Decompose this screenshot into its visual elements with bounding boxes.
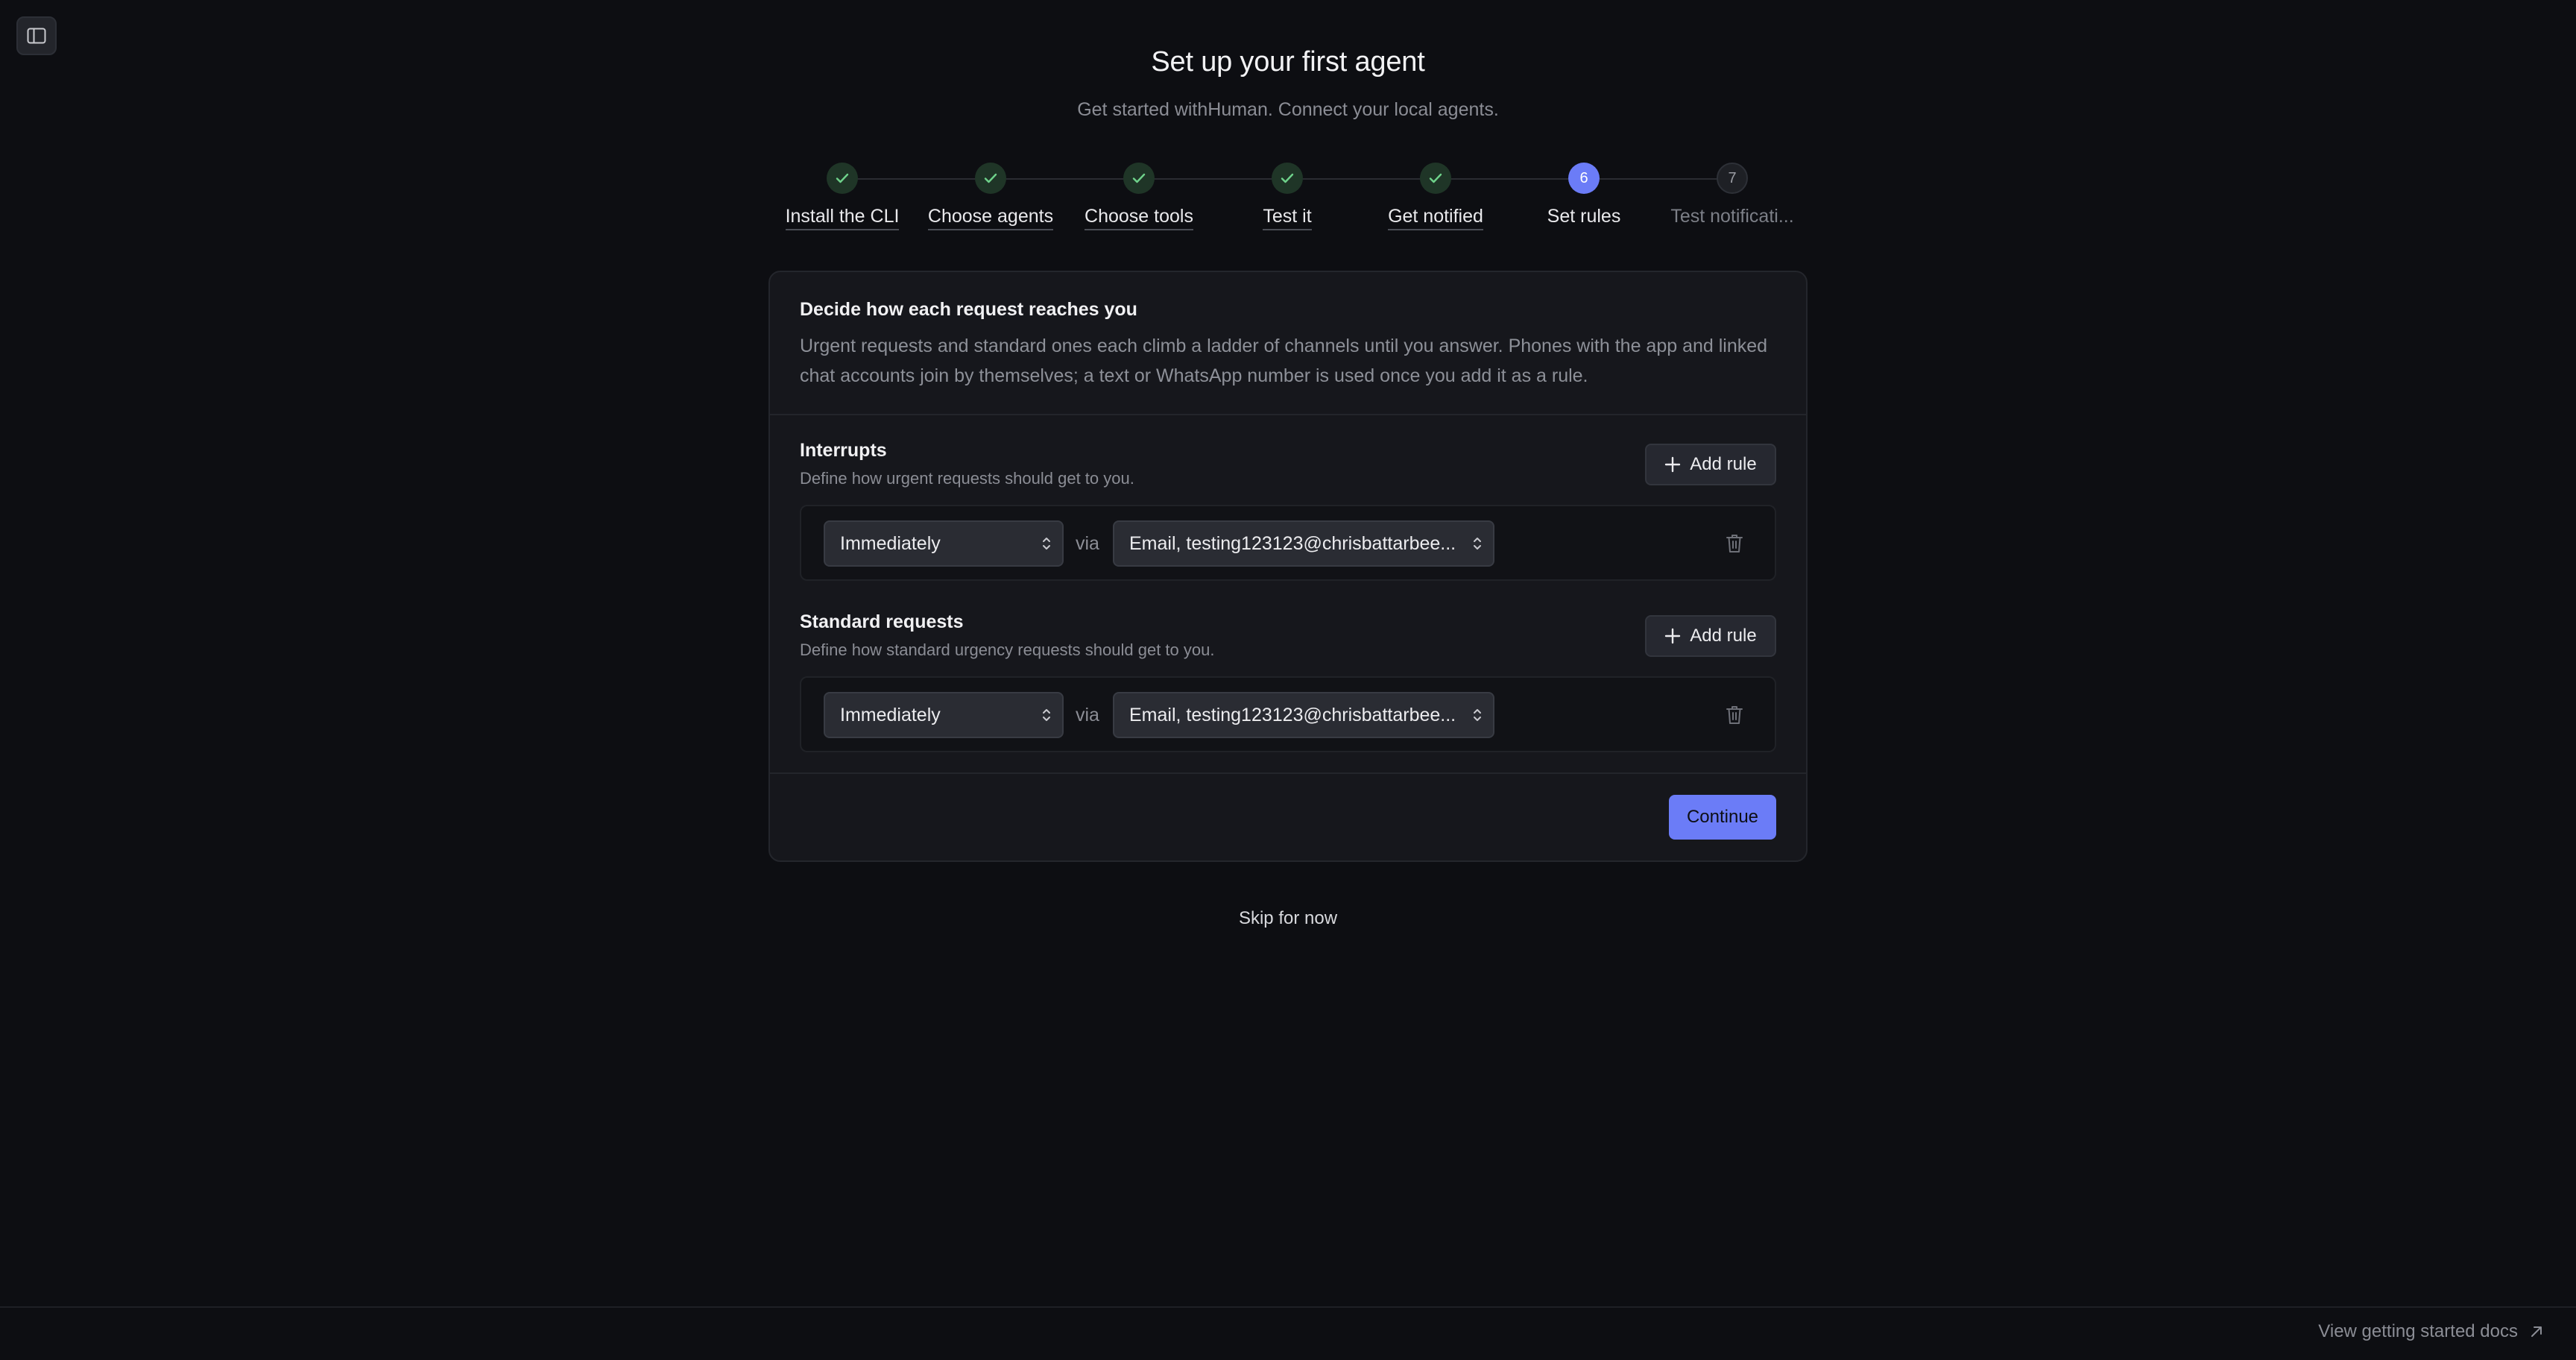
footer-bar: View getting started docs: [0, 1306, 2576, 1360]
check-icon: [1429, 173, 1442, 183]
onboarding-stepper: Install the CLI Choose agents Choose too…: [768, 163, 1811, 237]
section-description: Define how urgent requests should get to…: [800, 469, 1134, 488]
step-test-it[interactable]: Test it: [1213, 163, 1362, 230]
channel-select[interactable]: Email, testing123123@chrisbattarbee...: [1113, 520, 1494, 567]
step-label: Test notificati...: [1670, 206, 1794, 227]
step-choose-tools[interactable]: Choose tools: [1064, 163, 1213, 230]
check-icon: [1132, 173, 1146, 183]
interrupt-rule-row: Immediately via Email, testing123123@chr…: [800, 505, 1776, 581]
card-intro: Decide how each request reaches you Urge…: [770, 272, 1806, 415]
plus-icon: [1665, 456, 1681, 473]
add-rule-label: Add rule: [1690, 626, 1757, 646]
step-label: Get notified: [1388, 206, 1483, 230]
step-label: Install the CLI: [785, 206, 900, 230]
plus-icon: [1665, 628, 1681, 644]
check-icon: [836, 173, 849, 183]
chevron-up-down-icon: [1474, 538, 1481, 550]
timing-select-value: Immediately: [840, 704, 941, 725]
card-footer: Continue: [770, 772, 1806, 860]
timing-select[interactable]: Immediately: [824, 692, 1064, 738]
chevron-up-down-icon: [1043, 538, 1050, 550]
step-complete-badge: [1123, 163, 1155, 194]
getting-started-docs-link[interactable]: View getting started docs: [2318, 1321, 2543, 1342]
trash-icon[interactable]: [1726, 533, 1743, 554]
intro-description: Urgent requests and standard ones each c…: [800, 336, 1768, 386]
step-install-cli[interactable]: Install the CLI: [768, 163, 917, 230]
step-complete-badge: [1272, 163, 1303, 194]
page-header: Set up your first agent Get started with…: [0, 46, 2576, 121]
add-rule-label: Add rule: [1690, 454, 1757, 474]
docs-link-label: View getting started docs: [2318, 1321, 2518, 1341]
add-standard-rule-button[interactable]: Add rule: [1645, 615, 1776, 657]
skip-row: Skip for now: [0, 908, 2576, 929]
chevron-up-down-icon: [1043, 709, 1050, 721]
chevron-up-down-icon: [1474, 709, 1481, 721]
timing-select-value: Immediately: [840, 532, 941, 554]
step-complete-badge: [827, 163, 858, 194]
step-complete-badge: [975, 163, 1006, 194]
step-number-badge: 6: [1568, 163, 1600, 194]
interrupts-section: Interrupts Define how urgent requests sh…: [800, 440, 1776, 589]
intro-title: Decide how each request reaches you: [800, 299, 1137, 320]
via-label: via: [1076, 533, 1099, 554]
step-number-badge: 7: [1717, 163, 1748, 194]
sidebar-icon: [27, 28, 46, 44]
step-label: Choose tools: [1085, 206, 1193, 230]
step-label: Test it: [1263, 206, 1312, 230]
channel-select-value: Email, testing123123@chrisbattarbee...: [1129, 532, 1456, 554]
section-title: Interrupts: [800, 440, 887, 461]
trash-icon[interactable]: [1726, 705, 1743, 725]
step-set-rules: 6 Set rules: [1509, 163, 1658, 227]
step-get-notified[interactable]: Get notified: [1361, 163, 1510, 230]
standard-rule-row: Immediately via Email, testing123123@chr…: [800, 676, 1776, 752]
continue-button[interactable]: Continue: [1669, 795, 1776, 840]
step-choose-agents[interactable]: Choose agents: [916, 163, 1065, 230]
step-test-notifications: 7 Test notificati...: [1658, 163, 1807, 227]
step-label: Set rules: [1547, 206, 1621, 227]
external-link-arrow-icon: [2531, 1326, 2542, 1337]
section-title: Standard requests: [800, 611, 964, 632]
check-icon: [1281, 173, 1294, 183]
page-title: Set up your first agent: [1151, 46, 1425, 78]
add-interrupt-rule-button[interactable]: Add rule: [1645, 444, 1776, 485]
section-description: Define how standard urgency requests sho…: [800, 640, 1215, 659]
standard-requests-section: Standard requests Define how standard ur…: [800, 611, 1776, 761]
skip-for-now-link[interactable]: Skip for now: [1239, 908, 1337, 928]
step-label: Choose agents: [927, 206, 1054, 230]
rules-card: Decide how each request reaches you Urge…: [768, 271, 1808, 862]
page-subtitle: Get started withHuman. Connect your loca…: [1077, 99, 1499, 120]
step-complete-badge: [1420, 163, 1451, 194]
via-label: via: [1076, 705, 1099, 725]
channel-select-value: Email, testing123123@chrisbattarbee...: [1129, 704, 1456, 725]
check-icon: [984, 173, 997, 183]
timing-select[interactable]: Immediately: [824, 520, 1064, 567]
channel-select[interactable]: Email, testing123123@chrisbattarbee...: [1113, 692, 1494, 738]
